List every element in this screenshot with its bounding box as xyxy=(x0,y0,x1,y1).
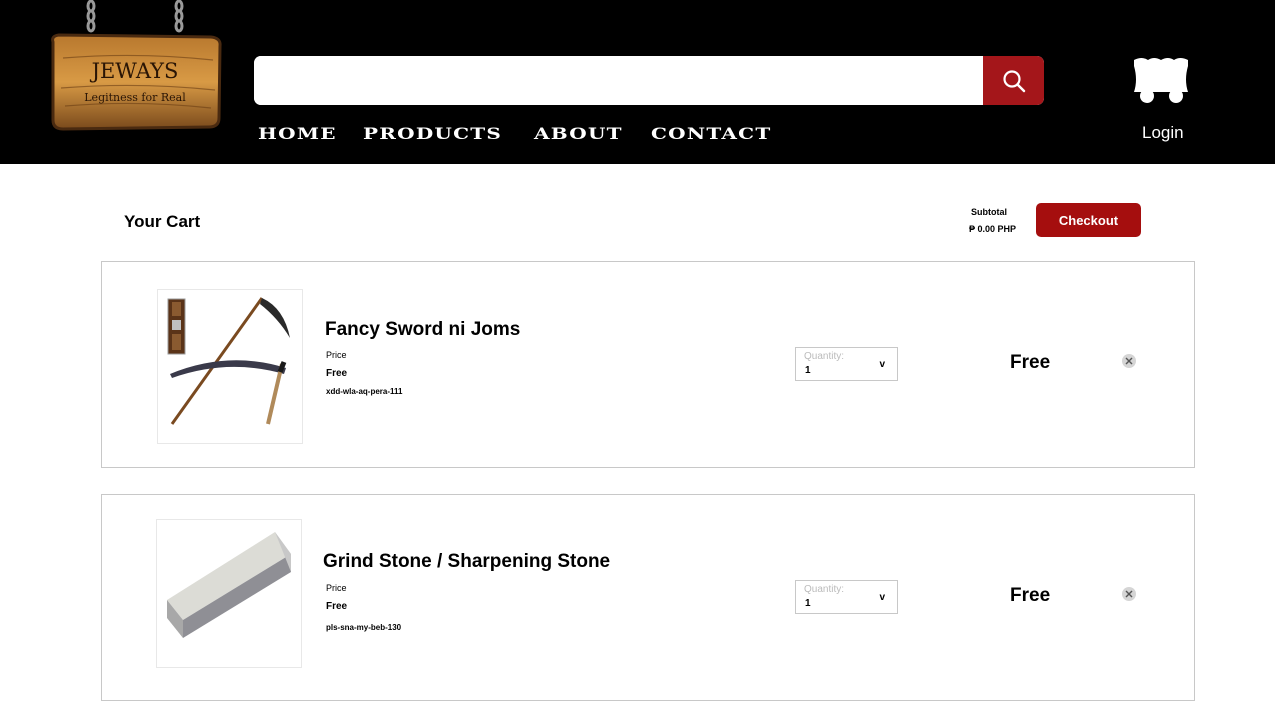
quantity-label: Quantity: xyxy=(804,351,845,362)
site-header: JEWAYS Legitness for Real HOME PRODUCTS … xyxy=(0,0,1275,164)
remove-item-button[interactable] xyxy=(1122,354,1136,368)
logo-tagline: Legitness for Real xyxy=(84,91,186,104)
remove-item-button[interactable] xyxy=(1122,587,1136,601)
item-sku: xdd-wla-aq-pera-111 xyxy=(326,387,403,396)
chevron-down-icon: v xyxy=(879,592,885,603)
quantity-value: 1 xyxy=(805,365,811,376)
cart-title: Your Cart xyxy=(124,212,201,231)
close-icon xyxy=(1125,357,1133,365)
quantity-value: 1 xyxy=(805,598,811,609)
nav-products[interactable]: PRODUCTS xyxy=(363,124,556,148)
search-input[interactable] xyxy=(254,56,983,105)
nav-home[interactable]: HOME xyxy=(258,124,368,148)
sharpening-stone-image[interactable] xyxy=(156,519,302,668)
chevron-down-icon: v xyxy=(879,359,885,370)
search-bar xyxy=(254,56,1044,105)
item-total: Free xyxy=(1010,585,1051,606)
search-button[interactable] xyxy=(983,56,1044,105)
close-icon xyxy=(1125,590,1133,598)
search-icon xyxy=(1002,69,1025,92)
item-total: Free xyxy=(1010,352,1051,373)
item-name[interactable]: Fancy Sword ni Joms xyxy=(325,319,520,341)
subtotal-value: ₱ 0.00 PHP xyxy=(969,224,1017,234)
subtotal-label: Subtotal xyxy=(971,207,1007,217)
price-label: Price xyxy=(326,350,347,360)
item-sku: pls-sna-my-beb-130 xyxy=(326,623,402,632)
price-label: Price xyxy=(326,583,347,593)
nav-contact[interactable]: CONTACT xyxy=(651,124,814,148)
price-value: Free xyxy=(326,601,348,612)
quantity-select[interactable]: Quantity: 1 v xyxy=(795,347,898,381)
cart-wagon-icon[interactable] xyxy=(1132,56,1190,104)
scythe-image[interactable] xyxy=(157,289,303,444)
main-nav: HOME PRODUCTS ABOUT CONTACT xyxy=(258,124,798,148)
item-name[interactable]: Grind Stone / Sharpening Stone xyxy=(323,551,610,573)
quantity-label: Quantity: xyxy=(804,584,845,595)
cart-item: Fancy Sword ni Joms Price Free xdd-wla-a… xyxy=(101,261,1195,468)
jeways-logo[interactable]: JEWAYS Legitness for Real xyxy=(47,0,225,135)
quantity-select[interactable]: Quantity: 1 v xyxy=(795,580,898,614)
logo-title: JEWAYS xyxy=(90,59,179,83)
price-value: Free xyxy=(326,368,348,379)
cart-item: Grind Stone / Sharpening Stone Price Fre… xyxy=(101,494,1195,701)
checkout-button[interactable]: Checkout xyxy=(1036,203,1141,237)
login-link[interactable]: Login xyxy=(1142,123,1184,143)
nav-about[interactable]: ABOUT xyxy=(534,124,659,148)
